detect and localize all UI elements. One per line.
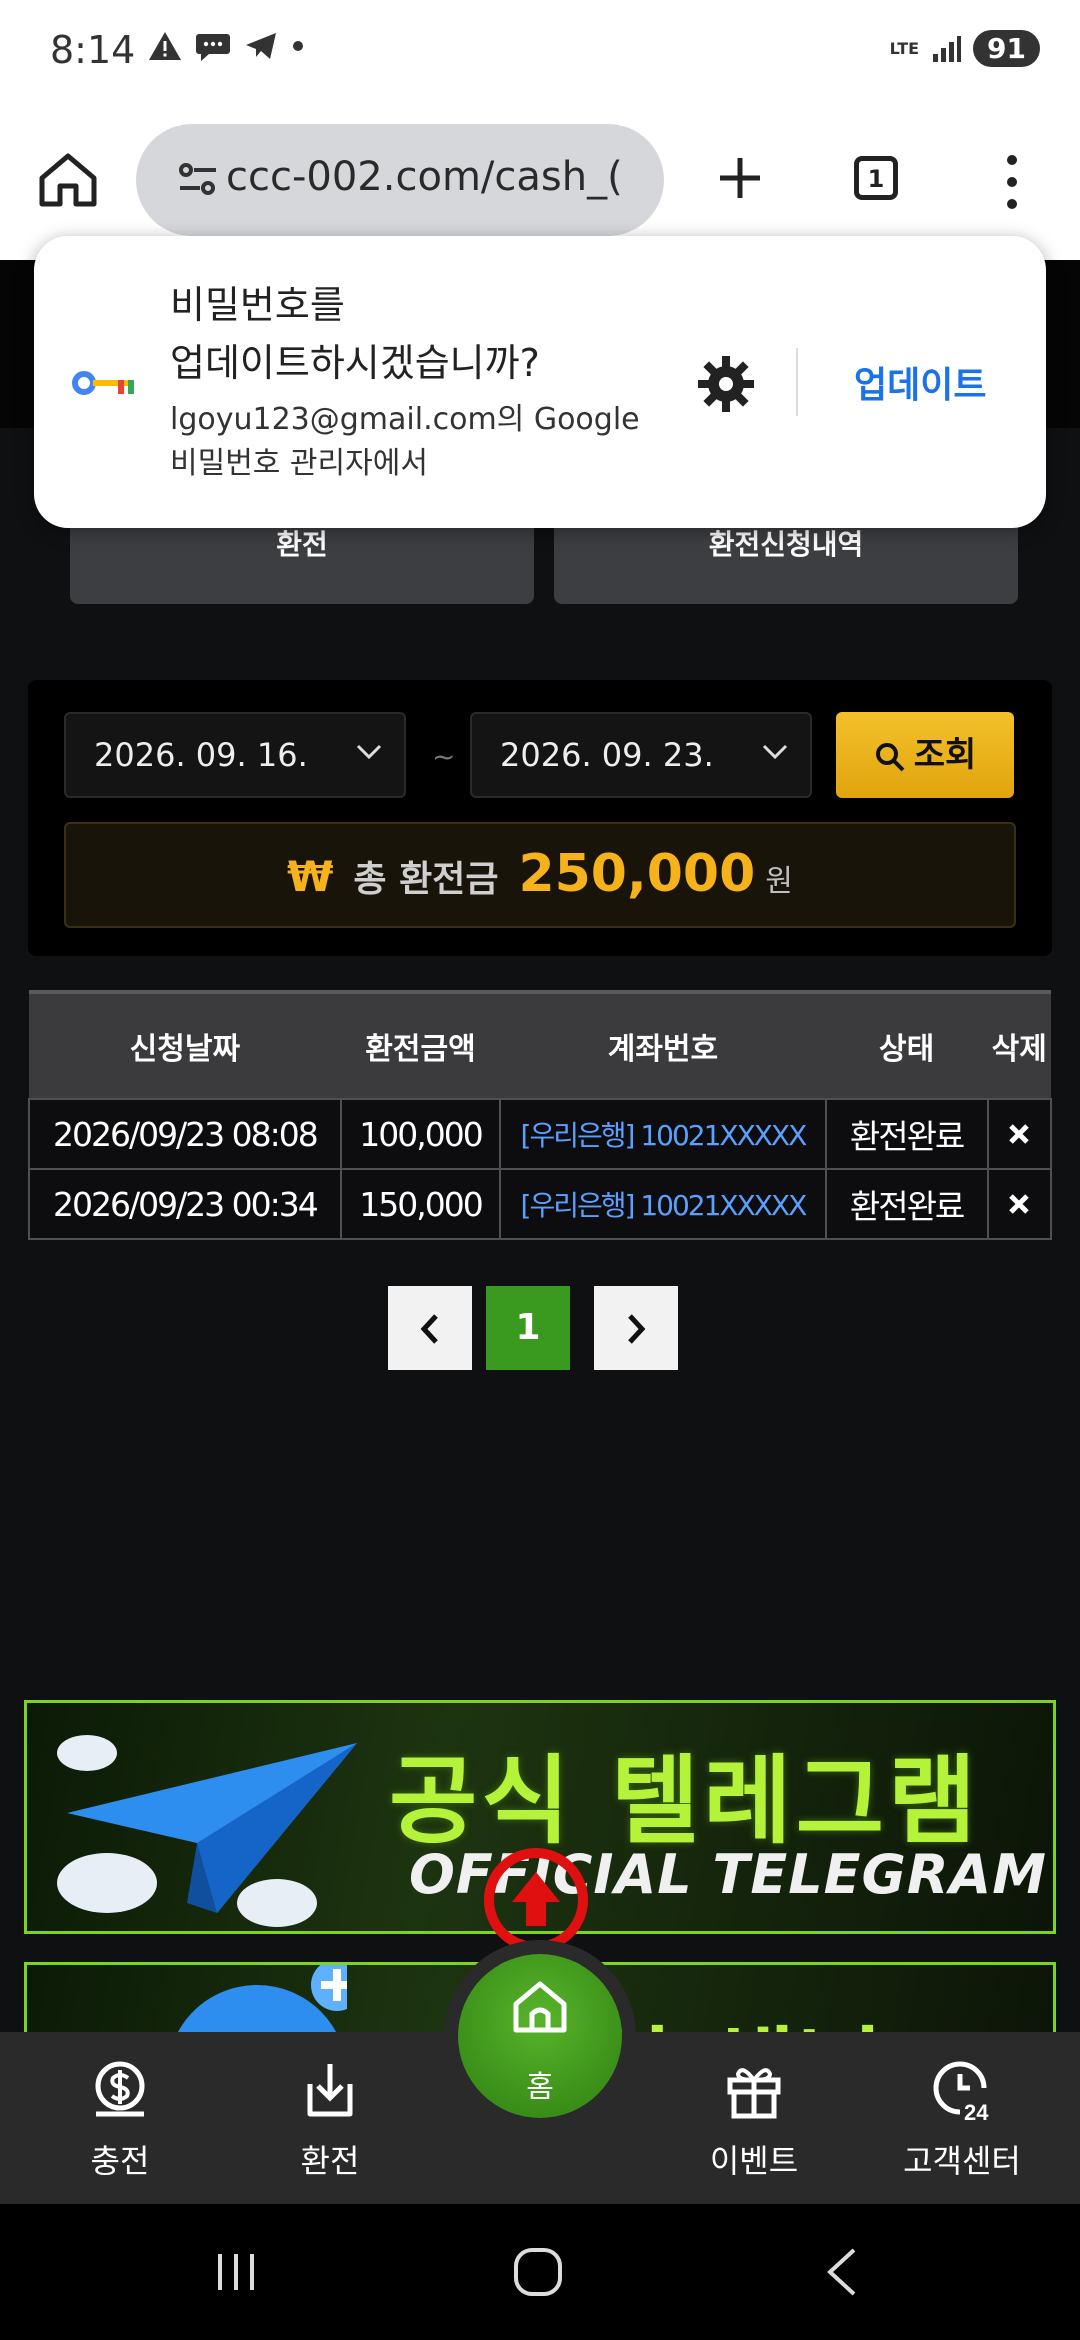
header-amount: 환전금액 (340, 990, 501, 1099)
more-menu-icon[interactable] (1000, 152, 1024, 212)
nav-home-label: 홈 (526, 2070, 554, 2105)
end-date-select[interactable]: 2026. 09. 23. (470, 712, 812, 798)
nav-charge[interactable]: 충전 (30, 2032, 210, 2204)
chevron-down-icon (356, 744, 382, 760)
browser-home-icon[interactable] (36, 148, 100, 212)
status-time: 8:14 (50, 28, 136, 72)
dollar-coin-icon (95, 2061, 145, 2117)
scroll-top-button[interactable] (484, 1848, 588, 1952)
chevron-right-icon (628, 1314, 646, 1344)
download-icon (307, 2064, 353, 2117)
total-value: 250,000 (518, 844, 756, 904)
nav-charge-label: 충전 (90, 2142, 150, 2180)
row-status: 환전완료 (824, 1098, 989, 1170)
recent-apps-icon[interactable] (212, 2248, 260, 2296)
address-bar[interactable]: ccc-002.com/cash_( (136, 124, 664, 236)
won-icon: ₩ (287, 852, 334, 901)
row-status: 환전완료 (824, 1168, 989, 1240)
next-page-button[interactable] (594, 1286, 678, 1370)
status-right: LTE 91 (890, 30, 1040, 67)
telegram-banner-title: 공식 텔레그램 (389, 1745, 981, 1857)
row-amount: 100,000 (339, 1098, 502, 1170)
nav-event-label: 이벤트 (709, 2142, 799, 2180)
svg-text:24: 24 (964, 2100, 989, 2122)
update-password-button[interactable]: 업데이트 (854, 356, 986, 408)
total-exchange-box: ₩ 총 환전금 250,000 원 (64, 822, 1016, 928)
start-date-select[interactable]: 2026. 09. 16. (64, 712, 406, 798)
popup-title-line-1: 비밀번호를 (170, 283, 345, 327)
nav-event[interactable]: 이벤트 (664, 2032, 844, 2204)
total-label: 총 환전금 (353, 859, 499, 900)
url-text: ccc-002.com/cash_( (226, 154, 623, 200)
paper-plane-icon (57, 1735, 357, 1927)
nav-support[interactable]: 24 고객센터 (872, 2032, 1052, 2204)
network-type: LTE (889, 38, 920, 58)
back-icon[interactable] (822, 2246, 862, 2298)
exchange-history-table: 신청날짜 환전금액 계좌번호 상태 삭제 2026/09/23 08:08 10… (28, 990, 1053, 1240)
message-icon (196, 34, 230, 61)
popup-title-line-2: 업데이트하시겠습니까? (170, 341, 540, 385)
total-unit: 원 (765, 864, 793, 899)
arrow-up-icon (512, 1872, 560, 1926)
support-24-icon: 24 (933, 2061, 989, 2122)
table-row: 2026/09/23 08:08 100,000 [우리은행] 10021XXX… (28, 1098, 1053, 1170)
row-account: [우리은행] 10021XXXXX (499, 1098, 827, 1170)
header-status: 상태 (825, 990, 988, 1099)
close-icon (1009, 1123, 1030, 1144)
search-button[interactable]: 조회 (836, 712, 1014, 798)
gift-icon (727, 2068, 781, 2119)
telegram-icon (246, 33, 276, 59)
notification-icons (148, 30, 304, 62)
battery-level: 91 (973, 30, 1040, 67)
new-tab-icon[interactable] (710, 148, 770, 208)
chevron-left-icon (420, 1314, 438, 1344)
delete-button[interactable] (986, 1098, 1053, 1170)
home-icon (513, 1981, 567, 2033)
warning-icon (149, 32, 181, 60)
password-key-icon (72, 371, 134, 395)
password-update-popup: 비밀번호를 업데이트하시겠습니까? lgoyu123@gmail.com의 Go… (34, 236, 1046, 528)
header-delete: 삭제 (987, 990, 1051, 1099)
row-account: [우리은행] 10021XXXXX (499, 1168, 827, 1240)
header-date: 신청날짜 (29, 990, 341, 1099)
close-icon (1009, 1193, 1030, 1214)
popup-subtitle-line-1: lgoyu123@gmail.com의 Google (170, 402, 640, 437)
dot-icon (293, 41, 303, 51)
prev-page-button[interactable] (388, 1286, 472, 1370)
status-bar: 8:14 LTE 91 (0, 0, 1080, 112)
popup-divider (796, 348, 798, 416)
gear-icon[interactable] (696, 354, 756, 414)
date-separator: ~ (432, 740, 456, 773)
signal-icon (933, 35, 962, 62)
nav-exchange[interactable]: 환전 (240, 2032, 420, 2204)
popup-subtitle-line-2: 비밀번호 관리자에서 (170, 446, 428, 481)
table-row: 2026/09/23 00:34 150,000 [우리은행] 10021XXX… (28, 1168, 1053, 1240)
nav-exchange-label: 환전 (300, 2142, 360, 2180)
delete-button[interactable] (986, 1168, 1053, 1240)
popup-title: 비밀번호를 업데이트하시겠습니까? (170, 276, 730, 392)
header-account: 계좌번호 (500, 990, 826, 1099)
tab-switcher-button[interactable]: 1 (854, 156, 898, 200)
nav-support-label: 고객센터 (903, 2142, 1021, 2180)
page-current[interactable]: 1 (486, 1286, 570, 1370)
start-date-value: 2026. 09. 16. (94, 736, 308, 774)
popup-subtitle: lgoyu123@gmail.com의 Google 비밀번호 관리자에서 (170, 398, 730, 486)
table-header-row: 신청날짜 환전금액 계좌번호 상태 삭제 (29, 990, 1051, 1099)
row-date: 2026/09/23 08:08 (28, 1098, 342, 1170)
row-date: 2026/09/23 00:34 (28, 1168, 342, 1240)
home-nav-icon[interactable] (512, 2246, 564, 2298)
row-amount: 150,000 (339, 1168, 502, 1240)
search-button-label: 조회 (913, 735, 977, 775)
system-nav-bar (0, 2204, 1080, 2340)
search-icon (875, 742, 905, 771)
site-settings-icon[interactable] (178, 160, 218, 200)
chevron-down-icon (762, 744, 788, 760)
nav-home[interactable]: 홈 (458, 1954, 622, 2118)
end-date-value: 2026. 09. 23. (500, 736, 714, 774)
